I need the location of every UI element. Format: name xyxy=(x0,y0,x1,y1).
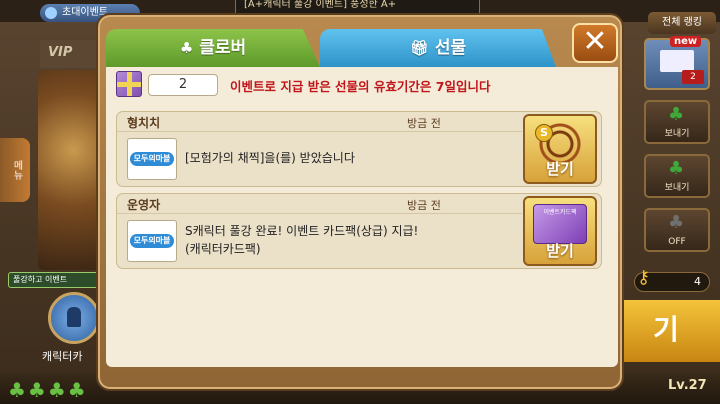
clover-icon: ♣ xyxy=(668,158,685,179)
event-title-banner: [A+캐릭터 풀강 이벤트] 풍성한 A+ xyxy=(235,0,480,14)
gift-info-bar: 2 이벤트로 지급 받은 선물의 유효기간은 7일입니다 xyxy=(112,71,612,99)
receive-button[interactable]: 이벤트카드팩 받기 xyxy=(523,196,597,266)
gift-icon: 🎁︎ xyxy=(409,39,429,57)
game-logo: 모두의마블 xyxy=(127,220,177,262)
receive-button[interactable]: S 받기 xyxy=(523,114,597,184)
clover-icon: ♣ xyxy=(668,212,685,233)
overall-ranking-button[interactable]: 전체 랭킹 xyxy=(648,12,716,34)
gift-message: [모험가의 채찍]을(를) 받았습니다 xyxy=(185,151,355,165)
tab-gift[interactable]: 🎁︎ 선물 xyxy=(320,29,556,67)
key-counter: ⚷ 4 xyxy=(634,267,710,292)
mailbox-button[interactable]: new 2 xyxy=(644,36,710,90)
clover-icon: ♣ xyxy=(668,104,685,125)
character-card-button[interactable] xyxy=(48,292,100,344)
people-icon xyxy=(45,7,57,19)
gift-sender: 운영자 xyxy=(127,198,161,212)
gift-time: 방금 전 xyxy=(407,117,441,130)
gift-time: 방금 전 xyxy=(407,199,441,212)
side-menu-tab[interactable]: 메뉴 xyxy=(0,138,30,202)
gift-dialog: ♣ 클로버 🎁︎ 선물 ✕ 2 이벤트로 지급 받은 선물의 유효기간은 7일입니다… xyxy=(96,13,624,391)
dialog-tabs: ♣ 클로버 🎁︎ 선물 xyxy=(106,29,618,67)
event-tooltip: 풀강하고 이벤트 xyxy=(8,272,108,288)
clover-icons: ♣♣♣♣ xyxy=(8,378,88,402)
character-card-label: 캐릭터카 xyxy=(42,350,83,363)
new-badge: new xyxy=(670,36,702,47)
card-pack-label: 이벤트카드팩 xyxy=(543,209,577,216)
gift-box-icon xyxy=(116,71,142,97)
mail-count-badge: 2 xyxy=(682,70,704,84)
whip-icon: S xyxy=(533,122,587,162)
close-icon: ✕ xyxy=(582,24,608,59)
gift-list-item: 형치치 방금 전 모두의마블 [모험가의 채찍]을(를) 받았습니다 S 받기 xyxy=(116,111,602,187)
card-pack-icon: 이벤트카드팩 xyxy=(533,204,587,244)
s-grade-badge: S xyxy=(535,124,553,142)
gift-item-header: 형치치 방금 전 xyxy=(117,112,522,132)
level-indicator: Lv.27 xyxy=(668,378,707,393)
game-logo: 모두의마블 xyxy=(127,138,177,180)
envelope-icon xyxy=(660,50,694,72)
close-button[interactable]: ✕ xyxy=(572,23,618,63)
receive-label: 받기 xyxy=(546,160,574,178)
send-clover-button[interactable]: ♣ 보내기 xyxy=(644,154,710,198)
gift-list-panel: 2 이벤트로 지급 받은 선물의 유효기간은 7일입니다 형치치 방금 전 모두… xyxy=(106,67,618,367)
receive-label: 받기 xyxy=(546,242,574,260)
gift-item-header: 운영자 방금 전 xyxy=(117,194,522,214)
gift-sender: 형치치 xyxy=(127,116,161,130)
gift-list-item: 운영자 방금 전 모두의마블 S캐릭터 풀강 완료! 이벤트 카드팩(상급) 지… xyxy=(116,193,602,269)
start-game-button[interactable]: 기 xyxy=(612,300,720,362)
clover-icon: ♣ xyxy=(179,39,194,57)
gift-count: 2 xyxy=(148,74,218,96)
send-clover-off-button[interactable]: ♣ OFF xyxy=(644,208,710,252)
gift-message: S캐릭터 풀강 완료! 이벤트 카드팩(상급) 지급! (캐릭터카드팩) xyxy=(185,224,419,256)
send-clover-button[interactable]: ♣ 보내기 xyxy=(644,100,710,144)
tab-clover[interactable]: ♣ 클로버 xyxy=(106,29,320,67)
key-icon: ⚷ xyxy=(637,267,651,288)
validity-notice: 이벤트로 지급 받은 선물의 유효기간은 7일입니다 xyxy=(230,79,491,94)
